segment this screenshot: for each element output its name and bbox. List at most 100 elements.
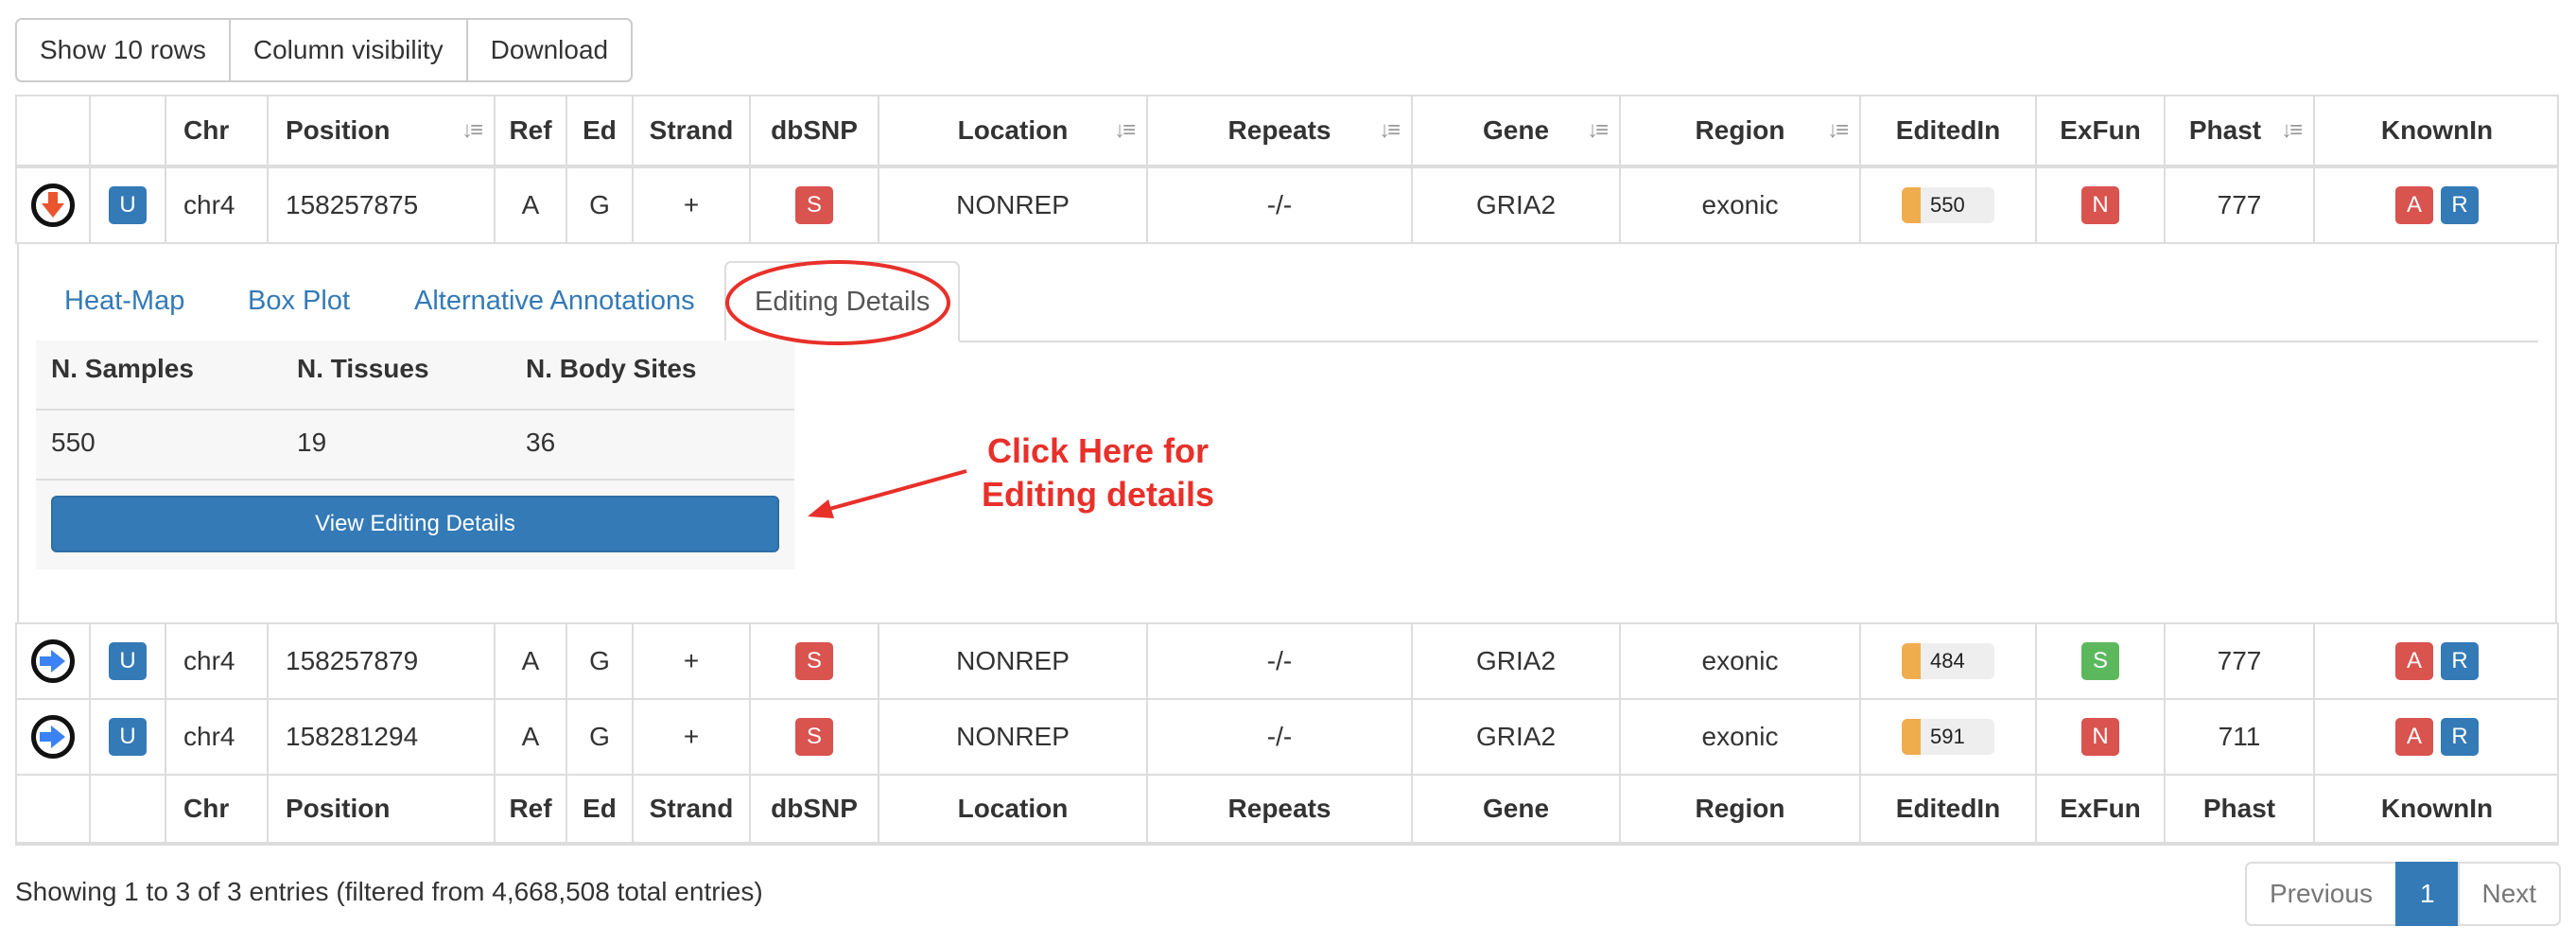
tab-alternative-annotations[interactable]: Alternative Annotations — [414, 261, 695, 341]
editedin-bar[interactable]: 484 — [1902, 643, 1994, 679]
dbsnp-cell: S — [749, 168, 878, 242]
u-badge[interactable]: U — [109, 186, 147, 224]
header-editedin[interactable]: EditedIn — [1859, 96, 2035, 165]
ed-cell: G — [566, 168, 632, 242]
position-cell: 158257879 — [267, 624, 494, 698]
row-detail-panel: Heat-Map Box Plot Alternative Annotation… — [17, 244, 2557, 622]
knownin-r-badge[interactable]: R — [2441, 186, 2479, 224]
table-row[interactable]: U chr4 158257875 A G + S NONREP -/- GRIA… — [15, 168, 2559, 242]
header-region[interactable]: Region ↓≡ — [1619, 96, 1859, 165]
ed-cell: G — [566, 624, 632, 698]
knownin-r-badge[interactable]: R — [2441, 718, 2479, 756]
editing-summary-table: N. Samples N. Tissues N. Body Sites 550 … — [36, 341, 794, 569]
header-repeats-label: Repeats — [1227, 115, 1332, 145]
ed-cell: G — [566, 700, 632, 774]
dbsnp-cell: S — [749, 700, 878, 774]
strand-cell: + — [632, 624, 749, 698]
expand-arrow-icon[interactable] — [31, 639, 75, 683]
u-cell: U — [89, 700, 165, 774]
editedin-cell: 550 — [1859, 168, 2035, 242]
value-n-body-sites: 36 — [526, 428, 556, 457]
header-ref[interactable]: Ref — [494, 96, 566, 165]
knownin-a-badge[interactable]: A — [2395, 718, 2433, 756]
expand-cell[interactable] — [15, 624, 89, 698]
footer-knownin: KnownIn — [2313, 776, 2559, 842]
sort-icon: ↓≡ — [1113, 117, 1136, 143]
header-ed[interactable]: Ed — [566, 96, 632, 165]
header-repeats[interactable]: Repeats ↓≡ — [1146, 96, 1411, 165]
chr-cell: chr4 — [165, 700, 267, 774]
column-visibility-button[interactable]: Column visibility — [228, 18, 468, 82]
annotation-line-1: Click Here for — [986, 431, 1210, 470]
editedin-bar[interactable]: 591 — [1902, 719, 1994, 755]
expand-cell[interactable] — [15, 700, 89, 774]
knownin-a-badge[interactable]: A — [2395, 186, 2433, 224]
position-cell: 158257875 — [267, 168, 494, 242]
exfun-cell: N — [2035, 168, 2164, 242]
previous-page-button[interactable]: Previous — [2245, 862, 2397, 926]
table-row[interactable]: U chr4 158257879 A G + S NONREP -/- GRIA… — [15, 624, 2559, 698]
detail-tabs: Heat-Map Box Plot Alternative Annotation… — [36, 261, 2538, 342]
collapse-arrow-icon[interactable] — [31, 184, 75, 227]
header-position-label: Position — [286, 115, 391, 145]
sort-icon: ↓≡ — [1378, 117, 1401, 143]
strand-cell: + — [632, 168, 749, 242]
dbsnp-badge[interactable]: S — [795, 186, 833, 224]
header-position[interactable]: Position ↓≡ — [267, 96, 494, 165]
footer-editedin: EditedIn — [1859, 776, 2035, 842]
header-location[interactable]: Location ↓≡ — [878, 96, 1146, 165]
tab-heat-map[interactable]: Heat-Map — [64, 261, 184, 341]
ref-cell: A — [494, 624, 566, 698]
exfun-badge[interactable]: N — [2081, 186, 2119, 224]
u-badge[interactable]: U — [109, 718, 147, 756]
header-strand[interactable]: Strand — [632, 96, 749, 165]
download-button[interactable]: Download — [465, 18, 634, 82]
page-1-button[interactable]: 1 — [2394, 862, 2460, 926]
header-phast-label: Phast — [2188, 115, 2262, 145]
header-chr[interactable]: Chr — [165, 96, 267, 165]
header-knownin[interactable]: KnownIn — [2313, 96, 2559, 165]
footer-expand — [15, 776, 89, 842]
knownin-a-badge[interactable]: A — [2395, 642, 2433, 680]
u-badge[interactable]: U — [109, 642, 147, 680]
strand-cell: + — [632, 700, 749, 774]
ref-cell: A — [494, 168, 566, 242]
editedin-value: 591 — [1930, 725, 1965, 748]
exfun-badge[interactable]: N — [2081, 718, 2119, 756]
sort-icon: ↓≡ — [2280, 117, 2303, 143]
next-page-button[interactable]: Next — [2457, 862, 2562, 926]
dbsnp-badge[interactable]: S — [795, 642, 833, 680]
dbsnp-badge[interactable]: S — [795, 718, 833, 756]
knownin-cell: AR — [2313, 168, 2559, 242]
table-row[interactable]: U chr4 158281294 A G + S NONREP -/- GRIA… — [15, 700, 2559, 774]
u-cell: U — [89, 624, 165, 698]
knownin-cell: AR — [2313, 700, 2559, 774]
table-bottom-border — [15, 842, 2559, 846]
footer-strand: Strand — [632, 776, 749, 842]
tab-box-plot[interactable]: Box Plot — [248, 261, 350, 341]
repeats-cell: -/- — [1146, 624, 1411, 698]
header-phast[interactable]: Phast ↓≡ — [2164, 96, 2313, 165]
location-cell: NONREP — [878, 700, 1146, 774]
ref-cell: A — [494, 700, 566, 774]
table-header-row: Chr Position ↓≡ Ref Ed Strand dbSNP Locat… — [15, 96, 2559, 165]
knownin-r-badge[interactable]: R — [2441, 642, 2479, 680]
footer-repeats: Repeats — [1146, 776, 1411, 842]
footer-u — [89, 776, 165, 842]
editedin-value: 550 — [1930, 193, 1965, 217]
expand-arrow-icon[interactable] — [31, 715, 75, 759]
editedin-bar[interactable]: 550 — [1902, 187, 1994, 223]
footer-phast: Phast — [2164, 776, 2313, 842]
exfun-badge[interactable]: S — [2081, 642, 2119, 680]
annotation-line-2: Editing details — [982, 475, 1215, 514]
header-dbsnp[interactable]: dbSNP — [749, 96, 878, 165]
chr-cell: chr4 — [165, 168, 267, 242]
expand-cell[interactable] — [15, 168, 89, 242]
highlight-ellipse — [725, 260, 950, 345]
header-gene[interactable]: Gene ↓≡ — [1411, 96, 1619, 165]
show-rows-button[interactable]: Show 10 rows — [15, 18, 231, 82]
location-cell: NONREP — [878, 624, 1146, 698]
view-editing-details-button[interactable]: View Editing Details — [51, 496, 779, 552]
header-exfun[interactable]: ExFun — [2035, 96, 2164, 165]
footer-exfun: ExFun — [2035, 776, 2164, 842]
